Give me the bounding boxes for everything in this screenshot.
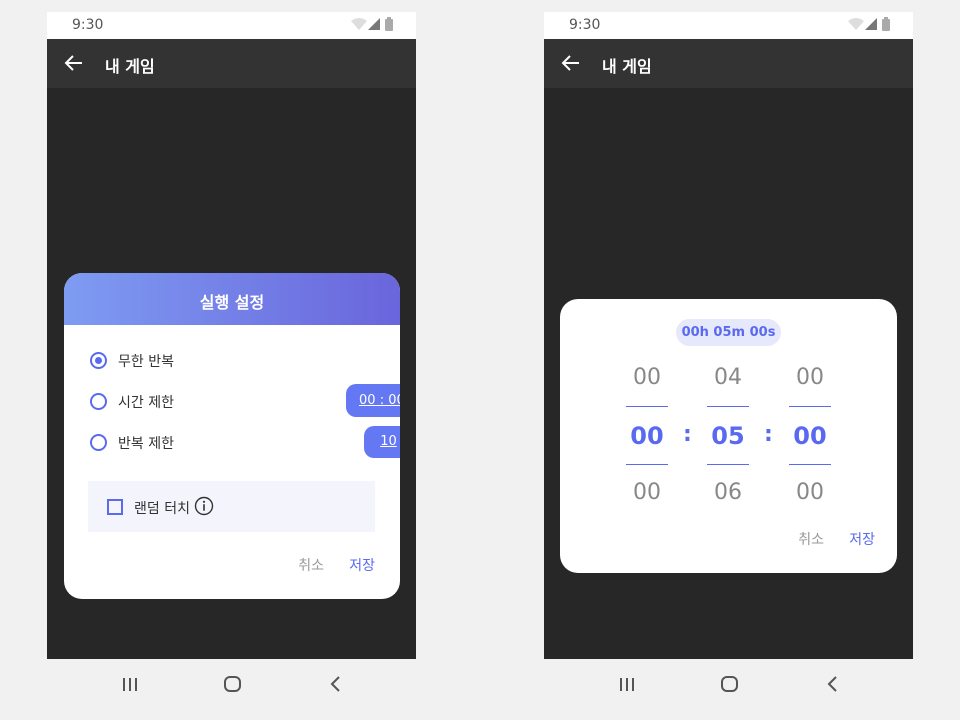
content-area: 실행 설정 무한 반복 시간 제한 00 : 00 : 00 반복 제한 10 … — [47, 88, 416, 659]
status-bar: 9:30 — [47, 12, 416, 39]
option-infinite-repeat[interactable]: 무한 반복 — [90, 348, 390, 372]
seconds-picker[interactable]: 00 00 00 — [789, 359, 831, 519]
signal-icon — [865, 18, 877, 30]
radio-time-limit[interactable] — [90, 393, 107, 410]
status-icons — [350, 16, 396, 38]
cancel-button[interactable]: 취소 — [798, 529, 824, 549]
radio-infinite-repeat[interactable] — [90, 352, 107, 369]
option-time-limit[interactable]: 시간 제한 00 : 00 : 00 — [90, 384, 400, 417]
seconds-next: 00 — [796, 480, 824, 505]
content-area: 00h 05m 00s 00 00 00 : 04 05 06 : 00 00 — [544, 88, 913, 659]
run-settings-dialog: 실행 설정 무한 반복 시간 제한 00 : 00 : 00 반복 제한 10 … — [64, 273, 400, 599]
recent-apps-icon[interactable] — [121, 675, 139, 697]
wifi-icon — [848, 18, 864, 30]
option-label: 반복 제한 — [118, 436, 174, 452]
back-nav-icon[interactable] — [328, 675, 346, 697]
minutes-current[interactable]: 05 — [707, 422, 749, 450]
save-button[interactable]: 저장 — [349, 555, 375, 575]
option-label: 시간 제한 — [118, 395, 174, 411]
recent-apps-icon[interactable] — [618, 675, 636, 697]
wifi-icon — [351, 18, 367, 30]
hours-next: 00 — [633, 480, 661, 505]
minutes-prev: 04 — [714, 365, 742, 390]
app-bar-title: 내 게임 — [602, 57, 652, 76]
option-repeat-limit[interactable]: 반복 제한 10 — [90, 426, 400, 458]
picker-divider — [707, 464, 749, 465]
random-touch-label: 랜덤 터치 — [134, 501, 190, 517]
back-arrow-icon[interactable] — [64, 53, 84, 77]
radio-repeat-limit[interactable] — [90, 434, 107, 451]
seconds-current[interactable]: 00 — [789, 422, 831, 450]
status-icons — [847, 16, 893, 38]
back-arrow-icon[interactable] — [561, 53, 581, 77]
repeat-limit-value-button[interactable]: 10 — [364, 426, 400, 458]
hours-picker[interactable]: 00 00 00 — [626, 359, 668, 519]
picker-divider — [707, 406, 749, 407]
seconds-prev: 00 — [796, 365, 824, 390]
random-touch-checkbox[interactable] — [107, 499, 123, 515]
status-time: 9:30 — [569, 17, 601, 33]
home-icon[interactable] — [223, 675, 243, 697]
phone-screen-run-settings: 9:30 내 게임 실행 설정 무한 반복 시간 제한 00: 0 반복 제한… — [47, 12, 416, 720]
picker-divider — [626, 406, 668, 407]
hours-current[interactable]: 00 — [626, 422, 668, 450]
info-icon[interactable] — [194, 496, 214, 520]
app-bar: 내 게임 — [544, 39, 913, 88]
battery-icon — [882, 19, 890, 31]
signal-icon — [368, 18, 380, 30]
dialog-title: 실행 설정 — [199, 293, 265, 312]
home-icon[interactable] — [720, 675, 740, 697]
dialog-header: 실행 설정 — [64, 273, 400, 325]
phone-screen-timer-picker: 9:30 내 게임 00h 05m 00s 00 00 00: 04 05 0… — [544, 12, 913, 720]
status-bar: 9:30 — [544, 12, 913, 39]
cancel-button[interactable]: 취소 — [298, 555, 324, 575]
save-button[interactable]: 저장 — [849, 529, 875, 549]
picker-divider — [789, 406, 831, 407]
minutes-next: 06 — [714, 480, 742, 505]
random-touch-row[interactable]: 랜덤 터치 — [88, 481, 375, 532]
duration-summary: 00h 05m 00s — [676, 319, 781, 346]
option-label: 무한 반복 — [118, 354, 174, 370]
navigation-bar — [544, 659, 913, 720]
hours-prev: 00 — [633, 365, 661, 390]
time-separator: : — [764, 422, 773, 447]
time-limit-value-button[interactable]: 00 : 00 : 00 — [346, 384, 400, 417]
app-bar-title: 내 게임 — [105, 57, 155, 76]
time-separator: : — [683, 422, 692, 447]
picker-divider — [626, 464, 668, 465]
minutes-picker[interactable]: 04 05 06 — [707, 359, 749, 519]
navigation-bar — [47, 659, 416, 720]
app-bar: 내 게임 — [47, 39, 416, 88]
picker-divider — [789, 464, 831, 465]
battery-icon — [385, 19, 393, 31]
status-time: 9:30 — [72, 17, 104, 33]
time-picker-dialog: 00h 05m 00s 00 00 00 : 04 05 06 : 00 00 — [560, 299, 897, 573]
back-nav-icon[interactable] — [825, 675, 843, 697]
